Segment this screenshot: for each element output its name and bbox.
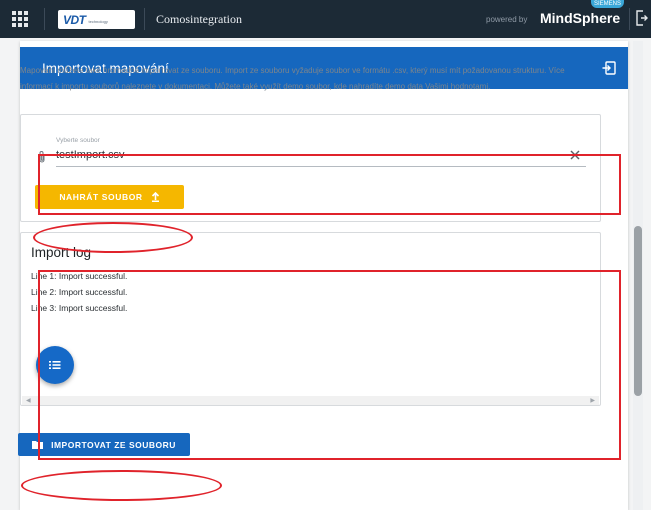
file-input-label: Vyberte soubor	[56, 137, 100, 144]
apps-grid-icon[interactable]	[10, 9, 30, 29]
logo-subtext: technology	[88, 19, 108, 24]
scrollbar-thumb[interactable]	[634, 226, 642, 396]
list-icon	[49, 361, 61, 369]
file-input-value[interactable]: testImport.csv	[56, 149, 124, 161]
app-title: Comosintegration	[156, 12, 242, 26]
exit-icon[interactable]	[636, 10, 648, 26]
vertical-scrollbar[interactable]	[633, 41, 643, 510]
import-log-card	[20, 232, 601, 406]
scroll-left-icon[interactable]: ◀	[26, 397, 31, 404]
file-input-underline	[56, 166, 586, 167]
brand-name: MindSphere	[540, 10, 621, 26]
divider	[629, 8, 630, 30]
upload-file-button[interactable]: NAHRÁT SOUBOR	[35, 185, 184, 209]
company-logo: VDT technology	[58, 10, 135, 29]
import-button-label: IMPORTOVAT ZE SOUBORU	[51, 439, 176, 450]
brand-badge: SIEMENS	[591, 0, 624, 8]
divider	[44, 8, 45, 30]
horizontal-scrollbar[interactable]: ◀ ▶	[22, 396, 599, 405]
folder-icon	[32, 441, 44, 449]
divider	[144, 8, 145, 30]
log-line: Line 3: Import successful.	[31, 303, 128, 313]
scroll-right-icon[interactable]: ▶	[590, 397, 595, 404]
panel-description: Mapování můžete také hromadně importovat…	[20, 66, 565, 91]
upload-button-label: NAHRÁT SOUBOR	[59, 192, 143, 202]
top-bar: VDT technology Comosintegration powered …	[0, 0, 651, 38]
paperclip-icon[interactable]	[37, 150, 47, 164]
close-icon[interactable]	[568, 148, 582, 162]
logo-text: VDT	[63, 12, 86, 27]
log-line: Line 2: Import successful.	[31, 287, 128, 297]
log-line: Line 1: Import successful.	[31, 271, 128, 281]
import-icon[interactable]	[602, 61, 616, 75]
powered-by-text: powered by	[486, 15, 528, 24]
log-list-button[interactable]	[36, 346, 74, 384]
import-log-title: Import log	[31, 245, 92, 260]
import-from-file-button[interactable]: IMPORTOVAT ZE SOUBORU	[18, 433, 190, 456]
upload-arrow-icon	[151, 192, 159, 202]
